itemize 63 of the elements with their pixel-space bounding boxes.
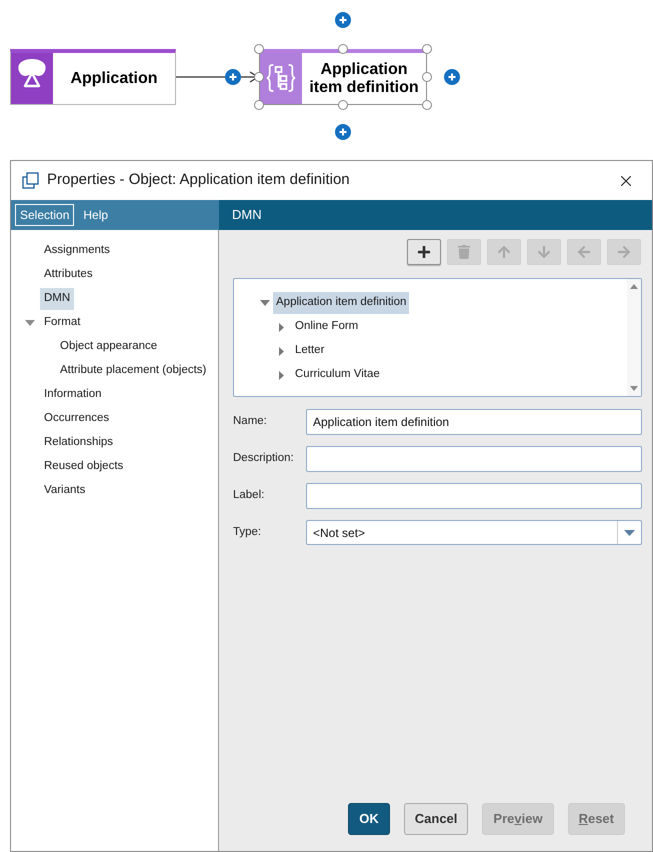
resize-handle-icon[interactable] (254, 100, 264, 110)
nav-item[interactable]: Relationships (40, 432, 118, 454)
braces-tree-icon (260, 53, 302, 104)
nav-item[interactable]: Reused objects (40, 456, 128, 478)
caret-down-icon[interactable] (25, 320, 35, 326)
arrow-right-icon (617, 245, 631, 259)
nav-item[interactable]: Variants (40, 480, 90, 502)
nav-item[interactable]: Information (40, 384, 106, 406)
nav-item[interactable]: Assignments (40, 240, 114, 262)
plus-icon (417, 245, 431, 259)
arrow-up-icon (497, 245, 511, 259)
tab[interactable]: Selection (15, 204, 74, 226)
resize-handle-icon[interactable] (254, 72, 264, 82)
plus-circle-icon[interactable] (335, 12, 351, 28)
resize-handle-icon[interactable] (422, 72, 432, 82)
text-field[interactable] (306, 446, 642, 472)
dropdown-caret-icon[interactable] (624, 530, 635, 536)
field-label: Type: (233, 524, 262, 540)
resize-handle-icon[interactable] (422, 100, 432, 110)
resize-handle-icon[interactable] (254, 44, 264, 54)
tree-item[interactable]: Curriculum Vitae (292, 364, 383, 386)
field-label: Name: (233, 414, 268, 430)
caret-right-icon[interactable] (279, 370, 284, 380)
window-icon (22, 172, 40, 190)
nav-item[interactable]: Format (40, 312, 84, 334)
plus-circle-icon[interactable] (335, 124, 351, 140)
caret-right-icon[interactable] (279, 322, 284, 332)
node-label: Application (70, 70, 158, 88)
tab[interactable]: Help (78, 204, 114, 226)
field-label: Description: (233, 451, 295, 466)
caret-up-icon[interactable] (630, 284, 638, 289)
nav-item[interactable]: Occurrences (40, 408, 114, 430)
scrollbar[interactable] (627, 279, 641, 396)
ok-button[interactable]: OK (348, 803, 390, 835)
trash-icon (457, 245, 471, 259)
resize-handle-icon[interactable] (422, 44, 432, 54)
resize-handle-icon[interactable] (338, 44, 348, 54)
nav-item[interactable]: Attribute placement (objects) (56, 360, 210, 382)
tree-item[interactable]: Letter (292, 340, 328, 362)
node-label: Application item definition (308, 60, 420, 96)
arrow-down-icon (537, 245, 551, 259)
caret-down-icon[interactable] (630, 386, 638, 391)
text-field[interactable] (306, 483, 642, 509)
arrow-left-icon (577, 245, 591, 259)
plus-circle-icon[interactable] (225, 69, 241, 85)
diagram-node[interactable]: Application item definition (259, 49, 427, 105)
tree-item[interactable]: Application item definition (273, 292, 410, 314)
nav-item[interactable]: Object appearance (56, 336, 162, 358)
nav-item[interactable]: Attributes (40, 264, 97, 286)
nav-item[interactable]: DMN (40, 288, 74, 310)
add-button[interactable] (407, 239, 441, 265)
diagram-node[interactable]: Application (10, 49, 176, 105)
plus-circle-icon[interactable] (444, 69, 460, 85)
field-label: Label: (233, 488, 266, 504)
caret-down-icon[interactable] (260, 300, 270, 306)
section-title: DMN (232, 206, 262, 224)
window-title: Properties - Object: Application item definition (47, 170, 350, 190)
caret-right-icon[interactable] (279, 346, 284, 356)
cancel-button[interactable]: Cancel (404, 803, 468, 835)
tree-item[interactable]: Online Form (292, 316, 362, 338)
dropdown-field[interactable]: <Not set> (306, 520, 642, 545)
text-field[interactable]: Application item definition (306, 409, 642, 435)
resize-handle-icon[interactable] (338, 100, 348, 110)
